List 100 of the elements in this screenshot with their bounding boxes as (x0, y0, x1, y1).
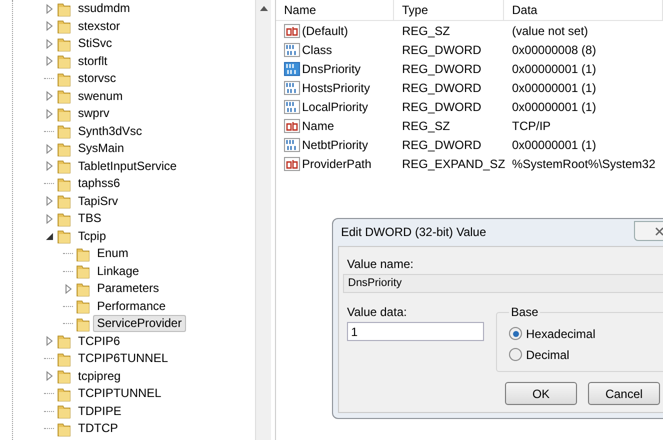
folder-icon (57, 403, 71, 420)
tree-item[interactable]: ssudmdm (74, 0, 134, 18)
folder-icon (57, 140, 71, 157)
tree-item[interactable]: Tcpip (74, 228, 110, 245)
folder-icon (57, 123, 71, 140)
dialog-button[interactable]: OK (505, 382, 577, 405)
tree-item[interactable]: ServiceProvider (93, 315, 186, 332)
folder-icon (57, 193, 71, 210)
folder-icon (57, 53, 71, 70)
radio-label[interactable]: Decimal (526, 348, 570, 362)
collapse-arrow-icon[interactable] (46, 232, 52, 240)
expand-arrow-icon[interactable] (46, 336, 52, 346)
value-type: REG_DWORD (401, 100, 482, 114)
column-header[interactable]: Type (394, 0, 504, 20)
value-data: 0x00000001 (1) (511, 62, 598, 76)
expand-arrow-icon[interactable] (46, 21, 52, 32)
tree-item[interactable]: Performance (93, 298, 170, 315)
value-name[interactable]: Class (302, 42, 332, 56)
column-header[interactable]: Data (504, 0, 663, 20)
value-type: REG_SZ (401, 24, 452, 38)
value-data: 0x00000001 (1) (511, 80, 598, 94)
dialog-button[interactable]: Cancel (588, 382, 660, 405)
value-data: TCP/IP (511, 118, 552, 132)
folder-icon (57, 106, 71, 122)
folder-icon (76, 298, 90, 314)
folder-icon (57, 176, 71, 192)
expand-arrow-icon[interactable] (46, 161, 52, 172)
value-type: REG_DWORD (401, 80, 482, 94)
value-type: REG_SZ (401, 118, 452, 132)
expand-arrow-icon[interactable] (46, 56, 52, 66)
tree-item[interactable]: Linkage (93, 262, 144, 280)
folder-icon (76, 263, 90, 280)
expand-arrow-icon[interactable] (46, 196, 52, 206)
value-type: REG_DWORD (401, 42, 482, 56)
value-name[interactable]: NetbtPriority (302, 138, 368, 152)
expand-arrow-icon[interactable] (46, 144, 52, 154)
value-data: (value not set) (511, 24, 590, 38)
value-type: REG_EXPAND_SZ (401, 156, 504, 170)
close-icon[interactable] (654, 226, 663, 236)
expand-arrow-icon[interactable] (46, 108, 52, 119)
folder-icon (57, 386, 71, 402)
tree-item[interactable]: Enum (93, 245, 132, 262)
tree-item[interactable]: TCPIPTUNNEL (74, 385, 166, 402)
tree-item[interactable]: TDPIPE (74, 402, 126, 420)
tree-item[interactable]: TDTCP (74, 420, 122, 438)
radio-label[interactable]: Hexadecimal (526, 326, 596, 340)
folder-icon (57, 228, 71, 244)
tree-item[interactable]: stexstor (74, 18, 124, 35)
dialog-title: Edit DWORD (32-bit) Value (341, 225, 486, 239)
folder-icon (57, 88, 71, 104)
tree-item[interactable]: SysMain (74, 140, 128, 158)
tree-item[interactable]: Parameters (93, 280, 164, 298)
column-header[interactable]: Name (276, 0, 394, 20)
tree-item[interactable]: Synth3dVsc (74, 122, 146, 140)
value-name[interactable]: Name (302, 118, 334, 132)
folder-icon (76, 316, 90, 332)
tree-item[interactable]: TabletInputService (74, 158, 181, 175)
tree-item[interactable]: TBS (74, 210, 106, 228)
folder-icon (57, 210, 71, 227)
value-name[interactable]: DnsPriority (302, 62, 361, 76)
tree-item[interactable]: TCPIP6 (74, 332, 124, 350)
tree-item[interactable]: tcpipreg (74, 368, 125, 385)
value-name[interactable]: HostsPriority (302, 80, 370, 94)
tree-item[interactable]: TCPIP6TUNNEL (74, 350, 172, 368)
value-data: 0x00000001 (1) (511, 100, 598, 114)
value-name[interactable]: ProviderPath (302, 156, 372, 170)
tree-item[interactable]: taphss6 (74, 175, 124, 192)
folder-icon (57, 36, 71, 52)
scroll-up-icon[interactable] (260, 6, 268, 11)
tree-item[interactable]: storflt (74, 52, 112, 70)
expand-arrow-icon[interactable] (64, 284, 72, 294)
field-label: Value data: (347, 305, 407, 319)
expand-arrow-icon[interactable] (46, 38, 52, 49)
folder-icon (57, 158, 71, 174)
value-type: REG_DWORD (401, 62, 482, 76)
radio-button[interactable] (509, 327, 522, 340)
value-data: 0x00000001 (1) (511, 138, 598, 152)
group-label: Base (510, 305, 540, 319)
value-data-field[interactable]: 1 (347, 322, 484, 341)
tree-item[interactable]: TapiSrv (74, 192, 122, 210)
tree-item[interactable]: storvsc (74, 70, 120, 88)
expand-arrow-icon[interactable] (46, 371, 52, 382)
folder-icon (57, 18, 71, 34)
expand-arrow-icon[interactable] (46, 214, 52, 224)
radio-button[interactable] (509, 348, 522, 361)
tree-item[interactable]: StiSvc (74, 35, 116, 52)
value-data: %SystemRoot%\System32 (511, 156, 656, 170)
value-name[interactable]: (Default) (302, 24, 348, 38)
expand-arrow-icon[interactable] (46, 91, 52, 102)
tree-item[interactable]: swprv (74, 105, 114, 122)
folder-icon (76, 246, 90, 262)
expand-arrow-icon[interactable] (46, 4, 52, 14)
scrollbar[interactable] (255, 0, 271, 440)
folder-icon (57, 420, 71, 437)
value-data: 0x00000008 (8) (511, 42, 598, 56)
value-name[interactable]: LocalPriority (302, 100, 368, 114)
tree-item[interactable]: swenum (74, 88, 127, 105)
folder-icon (57, 368, 71, 384)
value-name-field[interactable]: DnsPriority (343, 274, 663, 293)
field-label: Value name: (347, 257, 414, 271)
